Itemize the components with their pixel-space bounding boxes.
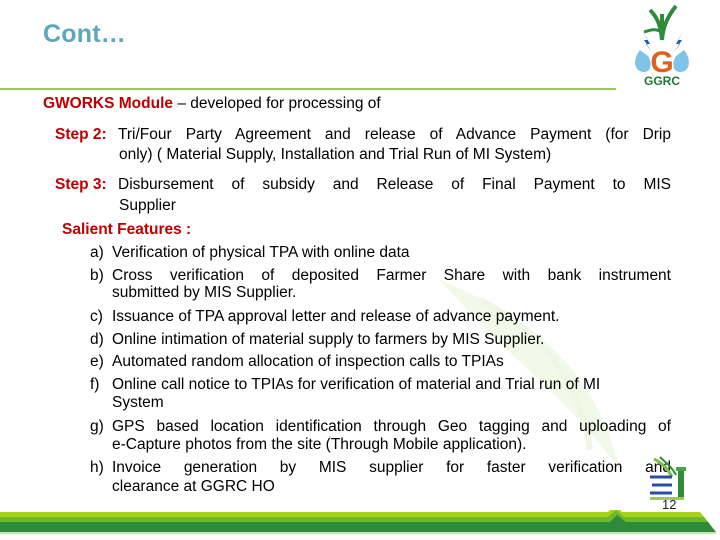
slide-title: Cont… — [43, 20, 126, 48]
module-label: GWORKS Module — [43, 95, 174, 112]
feature-text: Online intimation of material supply to … — [112, 331, 545, 348]
feature-marker: a) — [90, 244, 104, 261]
features-heading: Salient Features : — [62, 221, 192, 238]
step-text-cont: only) ( Material Supply, Installation an… — [119, 146, 552, 163]
ggrc-logo-icon: G GGRC — [635, 4, 689, 86]
module-description: – developed for processing of — [173, 95, 381, 112]
feature-text: Online call notice to TPIAs for verifica… — [112, 376, 601, 393]
feature-text: Verification of physical TPA with online… — [112, 244, 410, 261]
feature-text: Automated random allocation of inspectio… — [112, 353, 504, 370]
module-intro: GWORKS Module – developed for processing… — [43, 94, 381, 113]
feature-text: Invoice generation by MIS supplier for f… — [112, 459, 671, 476]
feature-text-cont: submitted by MIS Supplier. — [112, 284, 297, 301]
title-divider — [0, 88, 616, 90]
step-label: Step 3: — [55, 176, 107, 193]
feature-marker: d) — [90, 331, 104, 348]
step-text: Tri/Four Party Agreement and release of … — [118, 126, 671, 143]
feature-marker: g) — [90, 418, 104, 435]
feature-text-cont: e-Capture photos from the site (Through … — [112, 436, 527, 453]
feature-marker: b) — [90, 267, 104, 284]
feature-marker: e) — [90, 353, 104, 370]
feature-text-cont: System — [112, 394, 164, 411]
step-label: Step 2: — [55, 126, 107, 143]
feature-marker: f) — [90, 376, 100, 393]
step-text: Disbursement of subsidy and Release of F… — [118, 176, 671, 193]
feature-marker: c) — [90, 308, 103, 325]
feature-text: Issuance of TPA approval letter and rele… — [112, 308, 560, 325]
feature-text: GPS based location identification throug… — [112, 418, 671, 435]
footer-green-bar — [0, 510, 716, 534]
feature-text-cont: clearance at GGRC HO — [112, 478, 275, 495]
logo-text: GGRC — [644, 74, 680, 86]
step-text-cont: Supplier — [119, 197, 176, 214]
feature-marker: h) — [90, 459, 104, 476]
